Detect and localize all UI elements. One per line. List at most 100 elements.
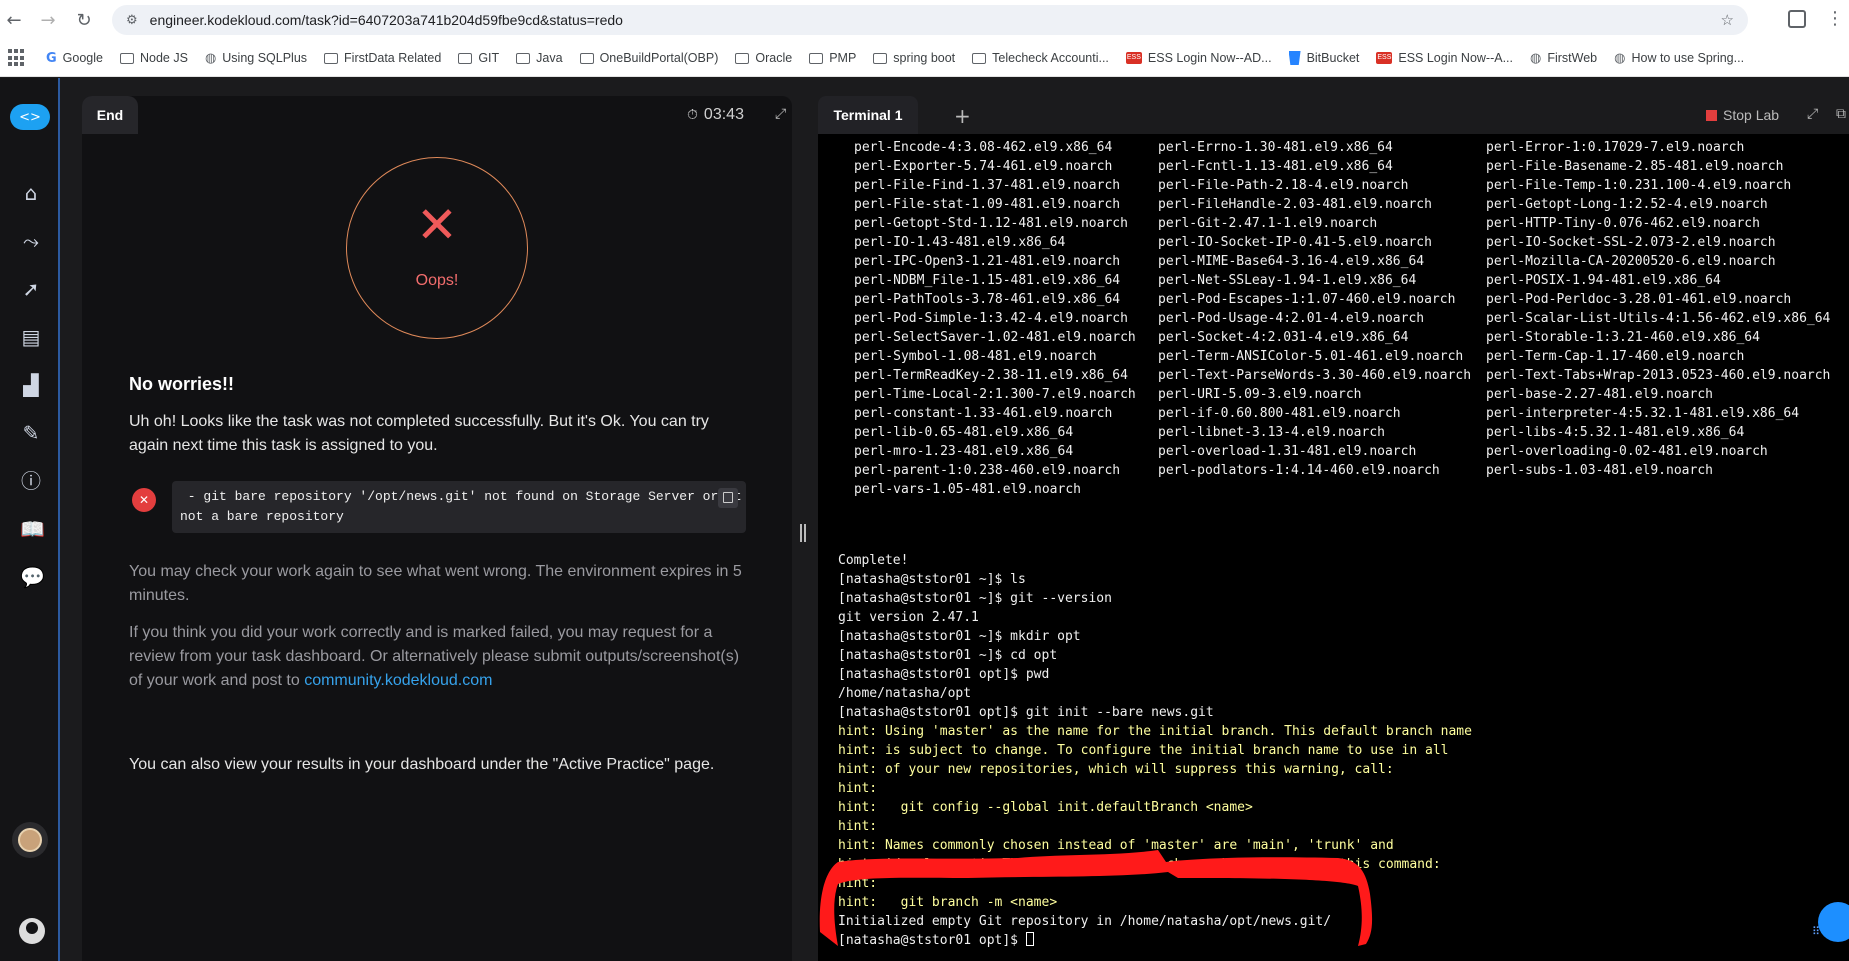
terminal-output[interactable]: perl-Encode-4:3.08-462.el9.x86_64 perl-Er…: [818, 134, 1849, 961]
folder-icon: [119, 52, 134, 64]
bookmark-item[interactable]: BitBucket: [1288, 51, 1359, 65]
home-icon[interactable]: ⌂: [20, 182, 42, 204]
expand-icon[interactable]: ⤢: [775, 106, 786, 122]
leaderboard-icon[interactable]: ▟: [20, 374, 42, 396]
terminal-line: git version 2.47.1: [838, 608, 1838, 627]
notes-icon[interactable]: ✎: [20, 422, 42, 444]
bookmark-label: ESS Login Now--AD...: [1147, 51, 1272, 65]
bookmark-item[interactable]: Java: [516, 51, 563, 65]
terminal-lines: Complete! [natasha@ststor01 ~]$ ls [natash…: [838, 532, 1838, 950]
bookmark-item[interactable]: ESS ESS Login Now--AD...: [1125, 51, 1272, 65]
courses-icon[interactable]: ▤: [20, 326, 42, 348]
package-name: perl-base-2.27-481.el9.noarch: [1486, 387, 1713, 402]
terminal-line-text: [natasha@ststor01 ~]$ cd opt: [838, 648, 1058, 663]
bookmark-item[interactable]: spring boot: [873, 51, 955, 65]
terminal-line: hint: Names commonly chosen instead of '…: [838, 836, 1838, 855]
bookmark-label: OneBuildPortal(OBP): [599, 51, 719, 65]
terminal-expand-icon[interactable]: ⤢: [1807, 106, 1818, 122]
terminal-line: [natasha@ststor01 opt]$ pwd: [838, 665, 1838, 684]
community-link[interactable]: community.kodekloud.com: [304, 672, 492, 689]
terminal-line-text: Initialized empty Git repository in /hom…: [838, 914, 1332, 929]
avatar[interactable]: [12, 822, 48, 858]
folder-icon: [458, 52, 473, 64]
package-name: perl-vars-1.05-481.el9.noarch: [854, 482, 1081, 497]
terminal-line: [natasha@ststor01 ~]$ cd opt: [838, 646, 1838, 665]
bookmark-item[interactable]: Telecheck Accounti...: [972, 51, 1109, 65]
stop-lab-button[interactable]: Stop Lab: [1706, 107, 1779, 123]
ess-icon: ESS: [1125, 52, 1142, 64]
terminal-line: [natasha@ststor01 ~]$ ls: [838, 570, 1838, 589]
bookmark-item[interactable]: GIT: [458, 51, 499, 65]
bookmark-item[interactable]: ◍ How to use Spring...: [1614, 51, 1744, 66]
terminal-line: hint:: [838, 874, 1838, 893]
terminal-line: [natasha@ststor01 ~]$ mkdir opt: [838, 627, 1838, 646]
bookmark-item[interactable]: OneBuildPortal(OBP): [579, 51, 719, 65]
learning-path-icon[interactable]: ⤳: [20, 230, 42, 252]
package-name: perl-Term-ANSIColor-5.01-461.el9.noarch: [1158, 349, 1464, 364]
terminal-line-text: hint: git config --global init.defaultBr…: [838, 800, 1253, 815]
package-name: perl-parent-1:0.238-460.el9.noarch: [854, 463, 1121, 478]
package-name: perl-Getopt-Long-1:2.52-4.el9.noarch: [1486, 197, 1768, 212]
package-row: perl-IPC-Open3-1.21-481.el9.noarch perl-M…: [854, 252, 1844, 271]
apps-grid-icon[interactable]: [8, 49, 26, 67]
user-profile-icon[interactable]: [19, 918, 45, 944]
folder-icon: [809, 52, 824, 64]
terminal-line-text: hint: Names commonly chosen instead of '…: [838, 838, 1394, 853]
package-row: perl-NDBM_File-1.15-481.el9.x86_64 perl-N…: [854, 271, 1844, 290]
package-name: perl-Getopt-Std-1.12-481.el9.noarch: [854, 216, 1128, 231]
tab-terminal-1[interactable]: Terminal 1: [818, 96, 918, 134]
terminal-line-text: [natasha@ststor01 opt]$ pwd: [838, 667, 1050, 682]
package-name: perl-Scalar-List-Utils-4:1.56-462.el9.x8…: [1486, 311, 1831, 326]
terminal-line: hint:: [838, 817, 1838, 836]
terminal-line-text: hint: git branch -m <name>: [838, 895, 1058, 910]
package-row: perl-lib-0.65-481.el9.x86_64 perl-libnet-…: [854, 423, 1844, 442]
forward-icon[interactable]: →: [34, 6, 62, 34]
book-icon[interactable]: 📖: [20, 518, 45, 540]
popout-icon[interactable]: ⧉: [1836, 106, 1846, 122]
package-name: perl-Mozilla-CA-20200520-6.el9.noarch: [1486, 254, 1776, 269]
bookmark-item[interactable]: PMP: [809, 51, 856, 65]
package-name: perl-constant-1.33-461.el9.noarch: [854, 406, 1113, 421]
package-name: perl-MIME-Base64-3.16-4.el9.x86_64: [1158, 254, 1425, 269]
package-row: perl-Encode-4:3.08-462.el9.x86_64 perl-Er…: [854, 138, 1844, 157]
add-terminal-icon[interactable]: +: [954, 104, 971, 128]
package-name: perl-if-0.60.800-481.el9.noarch: [1158, 406, 1401, 421]
bookmark-item[interactable]: Node JS: [119, 51, 188, 65]
rocket-icon[interactable]: ➚: [20, 278, 42, 300]
bookmarks-bar: G Google Node JS ◍ Using SQLPlus FirstData Re…: [0, 40, 1849, 77]
package-name: perl-Error-1:0.17029-7.el9.noarch: [1486, 140, 1745, 155]
bookmark-item[interactable]: Oracle: [735, 51, 792, 65]
back-icon[interactable]: ←: [0, 6, 28, 34]
package-row: perl-SelectSaver-1.02-481.el9.noarch perl…: [854, 328, 1844, 347]
ess-icon: ESS: [1376, 52, 1393, 64]
reload-icon[interactable]: ↻: [70, 6, 98, 34]
grip-handle-icon[interactable]: ⠿: [1812, 926, 1820, 937]
package-row: perl-Exporter-5.74-461.el9.noarch perl-Fc…: [854, 157, 1844, 176]
address-bar[interactable]: ⚙ engineer.kodekloud.com/task?id=6407203…: [112, 5, 1748, 35]
terminal-line-text: hint: 'development'. The just-created br…: [838, 857, 1441, 872]
kodekloud-logo-icon[interactable]: <>: [10, 104, 50, 130]
package-row: perl-PathTools-3.78-461.el9.x86_64 perl-P…: [854, 290, 1844, 309]
package-name: perl-File-Temp-1:0.231.100-4.el9.noarch: [1486, 178, 1792, 193]
package-name: perl-PathTools-3.78-461.el9.x86_64: [854, 292, 1121, 307]
chat-icon[interactable]: 💬: [20, 566, 45, 588]
browser-menu-icon[interactable]: ⋮: [1826, 8, 1844, 29]
bookmark-item[interactable]: FirstData Related: [324, 51, 441, 65]
bookmark-item[interactable]: ◍ Using SQLPlus: [205, 51, 307, 66]
bookmark-star-icon[interactable]: ☆: [1721, 11, 1734, 29]
bookmark-item[interactable]: G Google: [46, 51, 103, 66]
package-name: perl-Pod-Simple-1:3.42-4.el9.noarch: [854, 311, 1128, 326]
bookmark-item[interactable]: ESS ESS Login Now--A...: [1376, 51, 1513, 65]
site-info-icon[interactable]: ⚙: [126, 13, 138, 28]
package-name: perl-overloading-0.02-481.el9.noarch: [1486, 444, 1768, 459]
info-icon[interactable]: ⓘ: [20, 470, 42, 492]
copy-icon[interactable]: [718, 488, 738, 508]
terminal-line: Initialized empty Git repository in /hom…: [838, 912, 1838, 931]
package-name: perl-IO-Socket-SSL-2.073-2.el9.noarch: [1486, 235, 1776, 250]
extensions-icon[interactable]: [1788, 10, 1806, 28]
bookmark-item[interactable]: ◍ FirstWeb: [1530, 51, 1597, 66]
package-name: perl-overload-1.31-481.el9.noarch: [1158, 444, 1417, 459]
panel-resize-handle[interactable]: [800, 524, 806, 544]
tab-end[interactable]: End: [82, 96, 138, 134]
package-name: perl-interpreter-4:5.32.1-481.el9.x86_64: [1486, 406, 1800, 421]
